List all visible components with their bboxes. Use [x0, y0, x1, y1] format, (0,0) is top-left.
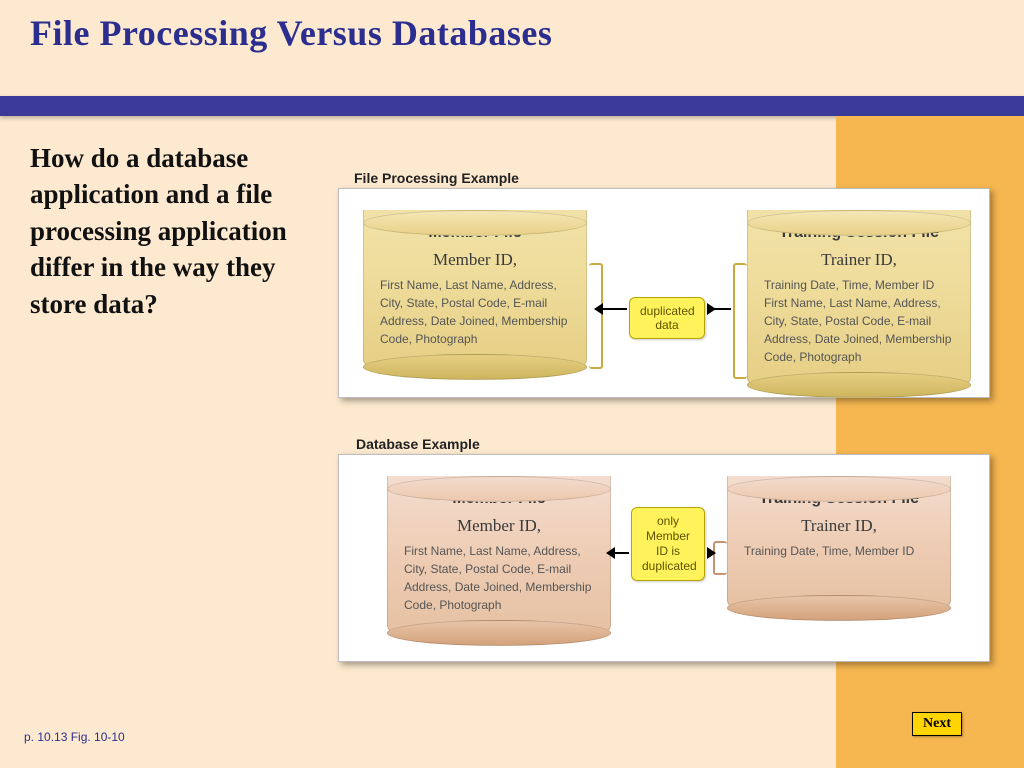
title-area: File Processing Versus Databases	[30, 12, 990, 54]
bracket-left	[733, 263, 747, 379]
cylinder-key: Member ID,	[376, 250, 574, 270]
cylinder-fields: First Name, Last Name, Address, City, St…	[376, 276, 574, 348]
cylinder-key: Trainer ID,	[740, 516, 938, 536]
cylinder-top	[727, 476, 951, 502]
cylinder-top	[387, 476, 611, 502]
horizontal-rule	[0, 96, 1024, 116]
panel2-label: Database Example	[356, 436, 480, 452]
bracket-right	[589, 263, 603, 369]
cylinder-training-file: Training Session File Trainer ID, Traini…	[747, 197, 971, 385]
cylinder-bottom	[363, 354, 587, 380]
cylinder-top	[747, 210, 971, 236]
panel1-label: File Processing Example	[354, 170, 519, 186]
footer-reference: p. 10.13 Fig. 10-10	[24, 730, 125, 744]
cylinder-member-file: Member File Member ID, First Name, Last …	[363, 197, 587, 367]
slide: File Processing Versus Databases How do …	[0, 0, 1024, 768]
slide-title: File Processing Versus Databases	[30, 12, 990, 54]
cylinder-member-file: Member File Member ID, First Name, Last …	[387, 463, 611, 633]
body-question: How do a database application and a file…	[30, 140, 330, 322]
panel-database: Member File Member ID, First Name, Last …	[338, 454, 990, 662]
callout-only-member-id: only Member ID is duplicated	[631, 507, 705, 581]
cylinder-bottom	[387, 620, 611, 646]
cylinder-key: Member ID,	[400, 516, 598, 536]
cylinder-bottom	[727, 595, 951, 621]
cylinder-fields: Training Date, Time, Member ID First Nam…	[760, 276, 958, 366]
cylinder-fields: First Name, Last Name, Address, City, St…	[400, 542, 598, 614]
next-button[interactable]: Next	[912, 712, 962, 736]
cylinder-side: Training Session File Trainer ID, Traini…	[747, 210, 971, 385]
callout-duplicated: duplicated data	[629, 297, 705, 339]
cylinder-top	[363, 210, 587, 236]
cylinder-fields: Training Date, Time, Member ID	[740, 542, 938, 560]
cylinder-bottom	[747, 372, 971, 398]
cylinder-key: Trainer ID,	[760, 250, 958, 270]
cylinder-training-file: Training Session File Trainer ID, Traini…	[727, 463, 951, 608]
panel-file-processing: Member File Member ID, First Name, Last …	[338, 188, 990, 398]
